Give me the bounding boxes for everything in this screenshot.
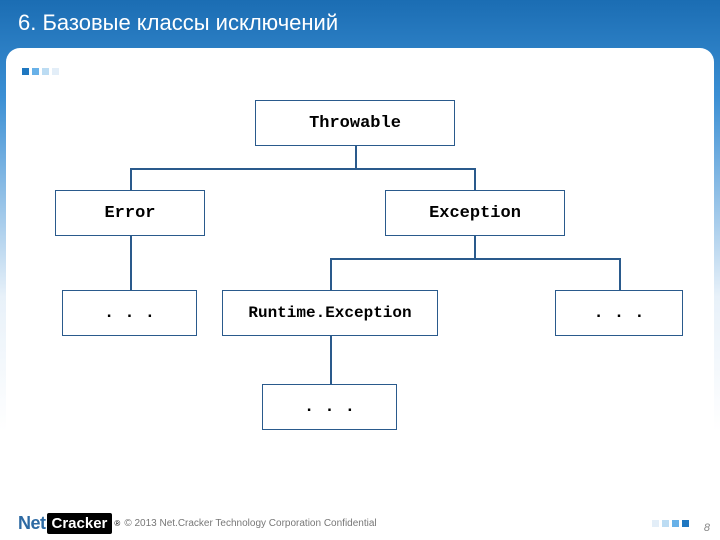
logo-net-text: Net	[18, 513, 46, 534]
node-throwable: Throwable	[255, 100, 455, 146]
logo-registered: ®	[114, 519, 120, 528]
node-exception-ellipsis: . . .	[555, 290, 683, 336]
class-hierarchy-diagram: Throwable Error Exception . . . Runtime.…	[0, 70, 720, 480]
node-exception: Exception	[385, 190, 565, 236]
page-number: 8	[704, 522, 710, 534]
footer: Net Cracker ® © 2013 Net.Cracker Technol…	[18, 513, 377, 534]
node-error: Error	[55, 190, 205, 236]
slide-title: 6. Базовые классы исключений	[18, 10, 338, 36]
logo-cracker-text: Cracker	[47, 513, 113, 534]
netcracker-logo: Net Cracker ®	[18, 513, 120, 534]
node-runtime-exception: Runtime.Exception	[222, 290, 438, 336]
decoration-dots-bottom	[652, 514, 692, 532]
node-runtime-ellipsis: . . .	[262, 384, 397, 430]
copyright-text: © 2013 Net.Cracker Technology Corporatio…	[124, 518, 376, 529]
node-error-ellipsis: . . .	[62, 290, 197, 336]
